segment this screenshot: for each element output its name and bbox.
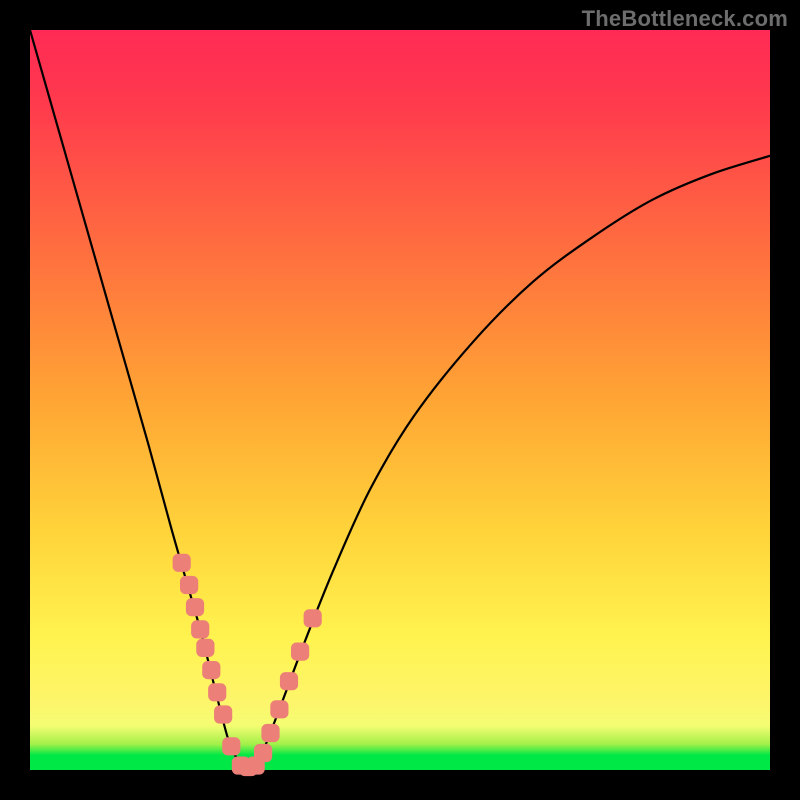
chart-plot-area xyxy=(30,30,770,770)
curve-marker xyxy=(292,643,309,660)
curve-marker xyxy=(223,738,240,755)
curve-marker xyxy=(187,599,204,616)
chart-svg xyxy=(30,30,770,770)
curve-marker xyxy=(192,621,209,638)
curve-marker xyxy=(203,662,220,679)
curve-marker xyxy=(215,706,232,723)
curve-marker xyxy=(271,701,288,718)
marker-group xyxy=(173,554,321,775)
curve-marker xyxy=(197,639,214,656)
curve-marker xyxy=(255,744,272,761)
curve-marker xyxy=(181,577,198,594)
stage: TheBottleneck.com xyxy=(0,0,800,800)
curve-marker xyxy=(209,684,226,701)
curve-marker xyxy=(262,725,279,742)
watermark-text: TheBottleneck.com xyxy=(582,6,788,32)
curve-marker xyxy=(304,610,321,627)
bottleneck-curve xyxy=(30,30,770,769)
curve-marker xyxy=(281,673,298,690)
curve-marker xyxy=(173,554,190,571)
